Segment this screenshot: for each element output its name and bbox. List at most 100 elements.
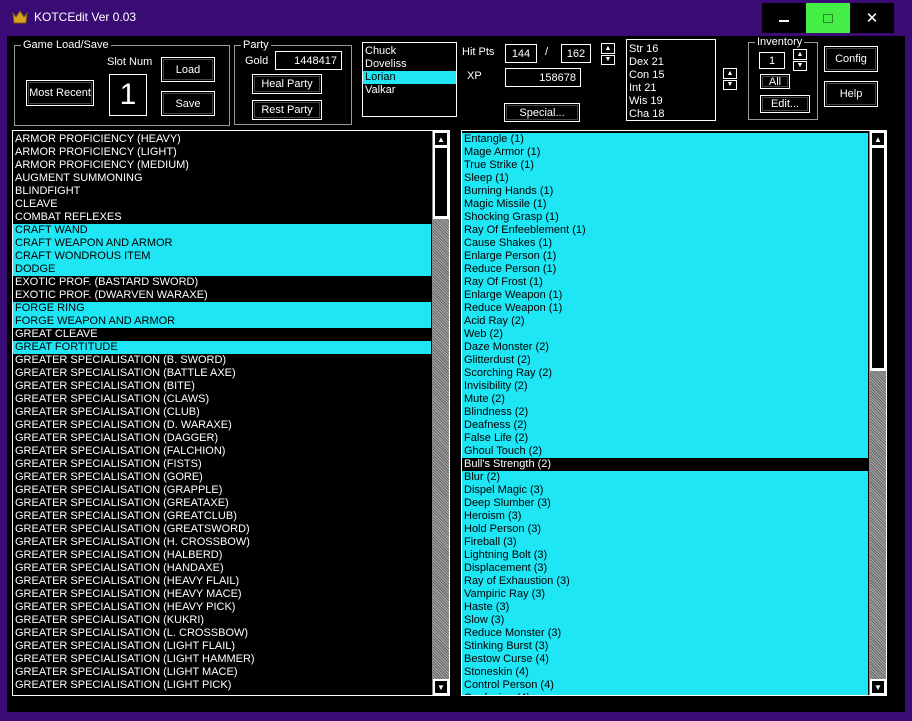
feat-list-item[interactable]: GREATER SPECIALISATION (LIGHT HAMMER) [13, 653, 431, 666]
spell-list-item[interactable]: Enlarge Weapon (1) [462, 289, 868, 302]
feat-list-item[interactable]: ARMOR PROFICIENCY (MEDIUM) [13, 159, 431, 172]
inventory-down-arrow-icon[interactable]: ▼ [793, 60, 807, 71]
spell-list-item[interactable]: Magic Missile (1) [462, 198, 868, 211]
party-member-item[interactable]: Chuck [363, 45, 456, 58]
feat-list-item[interactable]: CRAFT WAND [13, 224, 431, 237]
inventory-up-arrow-icon[interactable]: ▲ [793, 49, 807, 60]
close-button[interactable]: ✕ [850, 3, 894, 33]
stats-spinner[interactable]: ▲ ▼ [723, 68, 737, 90]
feat-list-item[interactable]: COMBAT REFLEXES [13, 211, 431, 224]
rest-party-button[interactable]: Rest Party [252, 100, 322, 120]
feat-list-item[interactable]: GREATER SPECIALISATION (HEAVY PICK) [13, 601, 431, 614]
feat-list-item[interactable]: GREATER SPECIALISATION (HEAVY FLAIL) [13, 575, 431, 588]
feat-list-item[interactable]: GREATER SPECIALISATION (GREATAXE) [13, 497, 431, 510]
stats-list[interactable]: Str 16 Dex 21 Con 15 Int 21 Wis 19 Cha 18 [626, 39, 716, 121]
party-members-list[interactable]: Chuck Doveliss Lorian Valkar [362, 42, 457, 117]
feat-list-item[interactable]: GREAT FORTITUDE [13, 341, 431, 354]
feat-list-item[interactable]: GREATER SPECIALISATION (GREATSWORD) [13, 523, 431, 536]
spell-list-item[interactable]: Glitterdust (2) [462, 354, 868, 367]
spell-list-item[interactable]: Ray Of Enfeeblement (1) [462, 224, 868, 237]
spell-list-item[interactable]: Invisibility (2) [462, 380, 868, 393]
spell-list-item[interactable]: False Life (2) [462, 432, 868, 445]
spell-list-item[interactable]: Blindness (2) [462, 406, 868, 419]
feats-scroll-track[interactable] [433, 219, 449, 679]
spell-list-item[interactable]: Acid Ray (2) [462, 315, 868, 328]
feat-list-item[interactable]: GREATER SPECIALISATION (GRAPPLE) [13, 484, 431, 497]
feats-list[interactable]: ARMOR PROFICIENCY (HEAVY) ARMOR PROFICIEN… [12, 130, 450, 696]
feat-list-item[interactable]: GREATER SPECIALISATION (BITE) [13, 380, 431, 393]
hp-down-arrow-icon[interactable]: ▼ [601, 54, 615, 65]
feat-list-item[interactable]: GREATER SPECIALISATION (LIGHT MACE) [13, 666, 431, 679]
inventory-all-button[interactable]: All [760, 74, 790, 89]
feats-scroll-down-icon[interactable]: ▼ [434, 680, 448, 694]
spell-list-item[interactable]: Lightning Bolt (3) [462, 549, 868, 562]
feats-scroll-thumb[interactable] [434, 147, 448, 217]
feat-list-item[interactable]: FORGE RING [13, 302, 431, 315]
spells-scrollbar[interactable]: ▲ ▼ [869, 131, 886, 695]
inventory-slot-field[interactable]: 1 [759, 52, 785, 69]
feat-list-item[interactable]: CRAFT WEAPON AND ARMOR [13, 237, 431, 250]
stats-up-arrow-icon[interactable]: ▲ [723, 68, 737, 79]
hp-current-field[interactable]: 144 [505, 44, 537, 63]
spell-list-item[interactable]: Ghoul Touch (2) [462, 445, 868, 458]
stat-item[interactable]: Str 16 [627, 43, 715, 56]
spell-list-item[interactable]: Dispel Magic (3) [462, 484, 868, 497]
spell-list-item[interactable]: Hold Person (3) [462, 523, 868, 536]
xp-field[interactable]: 158678 [505, 68, 581, 87]
feat-list-item[interactable]: GREATER SPECIALISATION (FISTS) [13, 458, 431, 471]
spell-list-item[interactable]: Bestow Curse (4) [462, 653, 868, 666]
spells-scroll-track[interactable] [870, 371, 886, 679]
feat-list-item[interactable]: GREATER SPECIALISATION (LIGHT PICK) [13, 679, 431, 692]
spell-list-item[interactable]: Fireball (3) [462, 536, 868, 549]
heal-party-button[interactable]: Heal Party [252, 74, 322, 94]
feat-list-item[interactable]: FORGE WEAPON AND ARMOR [13, 315, 431, 328]
spells-scroll-thumb[interactable] [871, 147, 885, 369]
feat-list-item[interactable]: GREATER SPECIALISATION (CLAWS) [13, 393, 431, 406]
spell-list-item[interactable]: Enlarge Person (1) [462, 250, 868, 263]
spells-list[interactable]: Entangle (1) Mage Armor (1) True Strike (1… [461, 130, 887, 696]
feat-list-item[interactable]: GREATER SPECIALISATION (FALCHION) [13, 445, 431, 458]
spells-scroll-up-icon[interactable]: ▲ [871, 132, 885, 146]
load-button[interactable]: Load [161, 57, 215, 82]
feat-list-item[interactable]: BLINDFIGHT [13, 185, 431, 198]
config-button[interactable]: Config [824, 46, 878, 72]
feat-list-item[interactable]: GREATER SPECIALISATION (CLUB) [13, 406, 431, 419]
spell-list-item[interactable]: Deafness (2) [462, 419, 868, 432]
spell-list-item[interactable]: Burning Hands (1) [462, 185, 868, 198]
stat-item[interactable]: Int 21 [627, 82, 715, 95]
feat-list-item[interactable]: GREATER SPECIALISATION (HALBERD) [13, 549, 431, 562]
spell-list-item[interactable]: Ray of Exhaustion (3) [462, 575, 868, 588]
minimize-button[interactable] [762, 3, 806, 33]
spell-list-item[interactable]: Scorching Ray (2) [462, 367, 868, 380]
spell-list-item[interactable]: Confusion (4) [462, 692, 868, 695]
help-button[interactable]: Help [824, 81, 878, 107]
title-bar[interactable]: KOTCEdit Ver 0.03 ✕ [0, 0, 912, 36]
spell-list-item[interactable]: Mage Armor (1) [462, 146, 868, 159]
feat-list-item[interactable]: GREATER SPECIALISATION (D. WARAXE) [13, 419, 431, 432]
feat-list-item[interactable]: GREATER SPECIALISATION (GREATCLUB) [13, 510, 431, 523]
feat-list-item[interactable]: ARMOR PROFICIENCY (HEAVY) [13, 133, 431, 146]
feat-list-item[interactable]: CRAFT WONDROUS ITEM [13, 250, 431, 263]
maximize-button[interactable] [806, 3, 850, 33]
feat-list-item[interactable]: GREATER SPECIALISATION (KUKRI) [13, 614, 431, 627]
hp-spinner[interactable]: ▲ ▼ [601, 43, 615, 65]
feat-list-item[interactable]: ARMOR PROFICIENCY (LIGHT) [13, 146, 431, 159]
feat-list-item[interactable]: GREAT CLEAVE [13, 328, 431, 341]
feat-list-item[interactable]: GREATER SPECIALISATION (B. SWORD) [13, 354, 431, 367]
feat-list-item[interactable]: GREATER SPECIALISATION (H. CROSSBOW) [13, 536, 431, 549]
spell-list-item[interactable]: Sleep (1) [462, 172, 868, 185]
spell-list-item[interactable]: Reduce Monster (3) [462, 627, 868, 640]
spell-list-item[interactable]: Vampiric Ray (3) [462, 588, 868, 601]
hp-up-arrow-icon[interactable]: ▲ [601, 43, 615, 54]
save-button[interactable]: Save [161, 91, 215, 116]
stat-item[interactable]: Cha 18 [627, 108, 715, 120]
spell-list-item[interactable]: Mute (2) [462, 393, 868, 406]
stat-item[interactable]: Wis 19 [627, 95, 715, 108]
spell-list-item[interactable]: Stoneskin (4) [462, 666, 868, 679]
spell-list-item[interactable]: Reduce Person (1) [462, 263, 868, 276]
spell-list-item[interactable]: Shocking Grasp (1) [462, 211, 868, 224]
party-member-item[interactable]: Valkar [363, 84, 456, 97]
feat-list-item[interactable]: EXOTIC PROF. (BASTARD SWORD) [13, 276, 431, 289]
spell-list-item[interactable]: Entangle (1) [462, 133, 868, 146]
stat-item[interactable]: Dex 21 [627, 56, 715, 69]
